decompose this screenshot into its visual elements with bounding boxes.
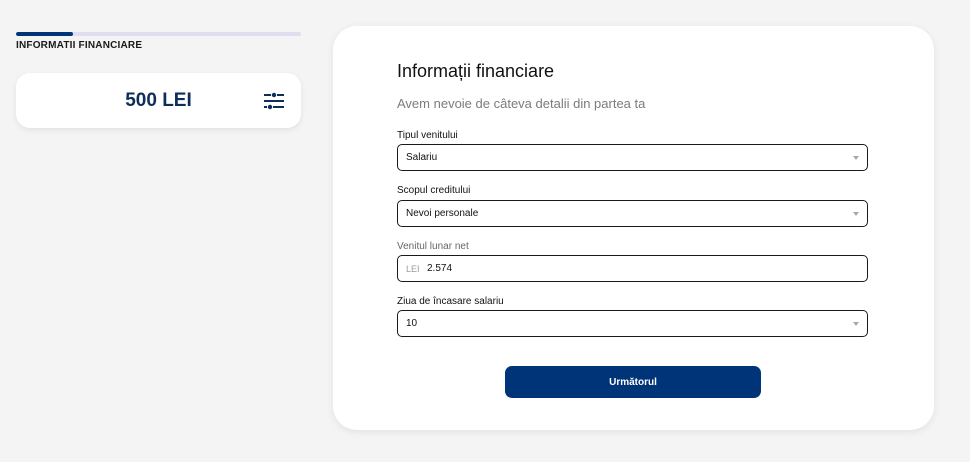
credit-purpose-label: Scopul creditului: [397, 185, 471, 196]
form-subtitle: Avem nevoie de câteva detalii din partea…: [397, 96, 646, 111]
salary-day-select[interactable]: 10: [397, 310, 868, 337]
chevron-down-icon: [853, 322, 859, 326]
income-type-label: Tipul venitului: [397, 130, 458, 141]
net-income-label: Venitul lunar net: [397, 241, 469, 252]
filter-sliders-icon[interactable]: [263, 92, 285, 110]
financial-info-form: Informații financiare Avem nevoie de cât…: [333, 26, 934, 430]
loan-amount-card: 500 LEI: [16, 73, 301, 128]
chevron-down-icon: [853, 212, 859, 216]
chevron-down-icon: [853, 156, 859, 160]
income-type-select[interactable]: Salariu: [397, 144, 868, 171]
credit-purpose-select[interactable]: Nevoi personale: [397, 200, 868, 227]
progress-bar: [16, 32, 301, 36]
step-label: INFORMATII FINANCIARE: [16, 40, 143, 51]
credit-purpose-value: Nevoi personale: [406, 208, 479, 219]
salary-day-label: Ziua de încasare salariu: [397, 296, 504, 307]
income-type-value: Salariu: [406, 152, 438, 163]
net-income-value: 2.574: [427, 263, 453, 274]
currency-prefix: LEI: [406, 264, 420, 274]
salary-day-value: 10: [406, 318, 418, 329]
form-title: Informații financiare: [397, 61, 555, 81]
loan-amount: 500 LEI: [125, 90, 192, 111]
progress-bar-fill: [16, 32, 73, 36]
net-income-input[interactable]: LEI 2.574: [397, 255, 868, 282]
next-button[interactable]: Următorul: [505, 366, 761, 398]
